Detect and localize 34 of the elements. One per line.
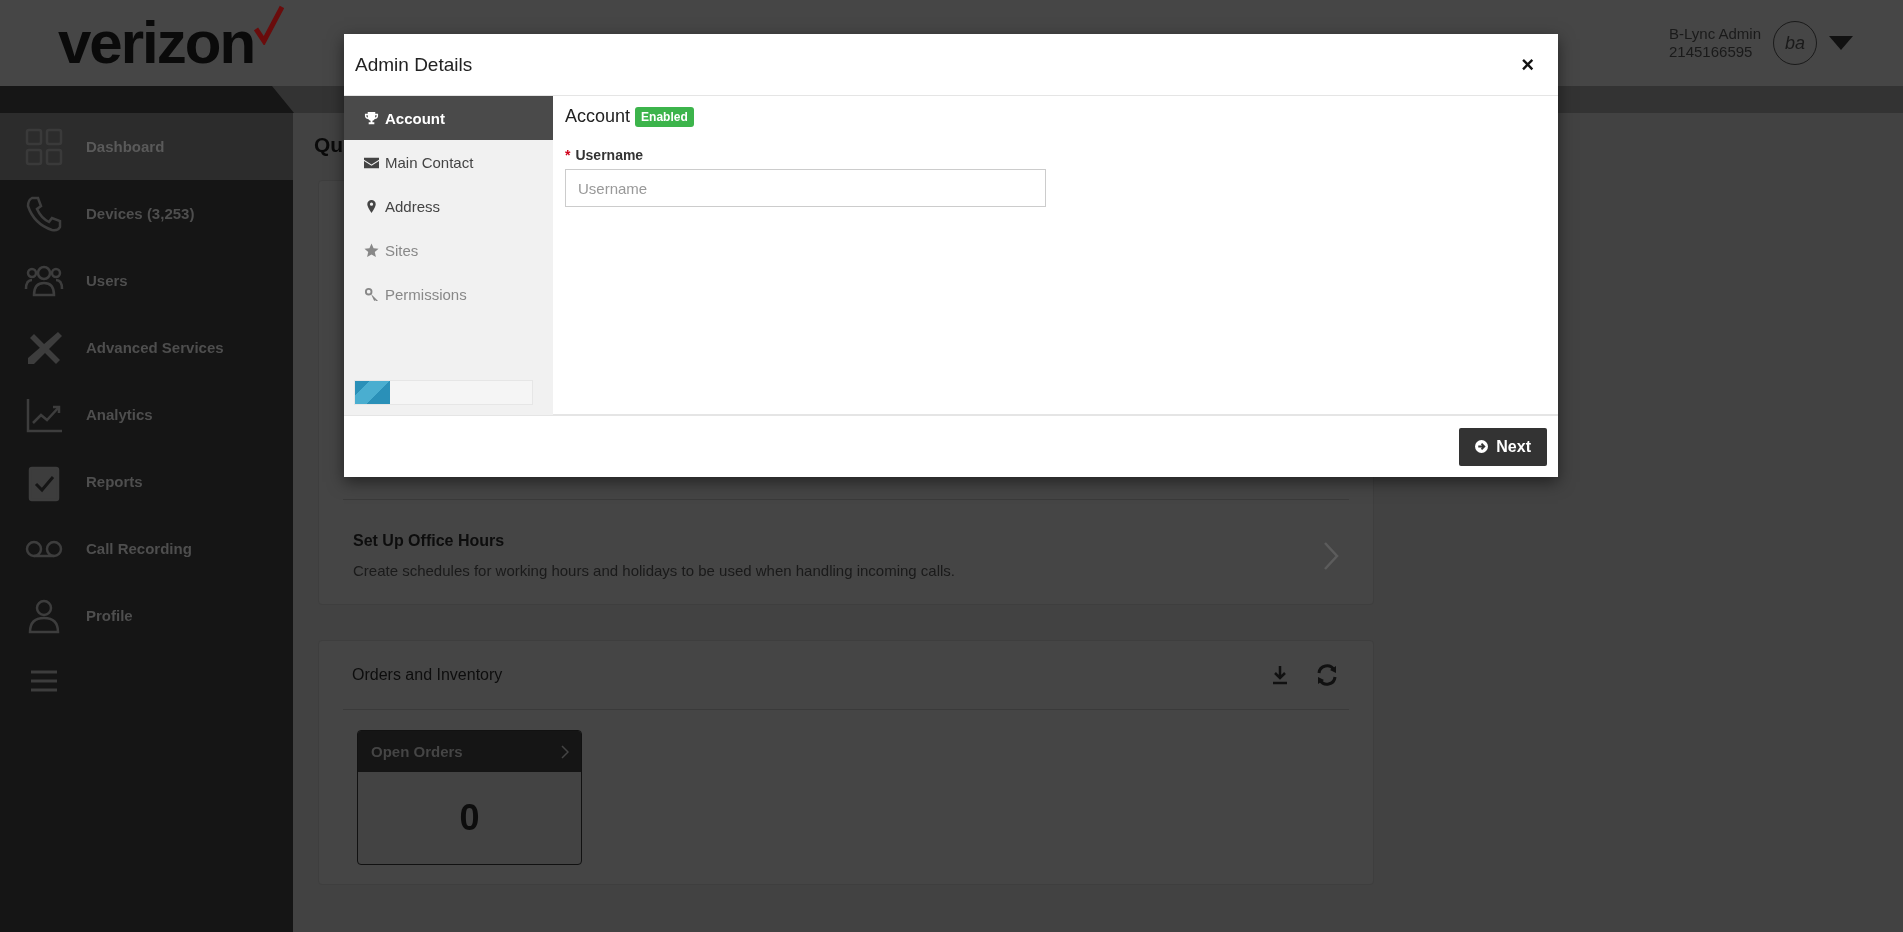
arrow-circle-right-icon	[1475, 440, 1489, 453]
logo-wordmark: verizon	[58, 13, 255, 73]
refresh-icon[interactable]	[1315, 663, 1339, 687]
sidebar-item[interactable]: Profile	[0, 582, 293, 649]
username-input[interactable]: Username	[565, 169, 1046, 207]
field-label: Username	[575, 147, 644, 163]
map-pin-icon	[364, 198, 379, 214]
caret-down-icon[interactable]	[1829, 36, 1853, 50]
next-button[interactable]: Next	[1459, 427, 1547, 466]
menu-icon[interactable]	[29, 669, 59, 693]
status-badge: Enabled	[635, 106, 694, 127]
chevron-right-icon	[561, 744, 569, 759]
required-asterisk: *	[565, 147, 571, 163]
sidebar-item[interactable]: Devices (3,253)	[0, 180, 293, 247]
star-icon	[364, 242, 379, 258]
wizard-step[interactable]: Address	[344, 184, 553, 228]
download-icon[interactable]	[1271, 665, 1289, 685]
sidebar-item[interactable]: Call Recording	[0, 515, 293, 582]
sidebar-item[interactable]: Reports	[0, 448, 293, 515]
sidebar-item[interactable]: Advanced Services	[0, 314, 293, 381]
action-title: Set Up Office Hours	[353, 532, 506, 550]
sidebar-item[interactable]: Analytics	[0, 381, 293, 448]
checkmark-icon	[254, 5, 285, 45]
wizard-step[interactable]: Main Contact	[344, 140, 553, 184]
section-title: Account	[565, 106, 631, 127]
dialog-title: Admin Details	[355, 53, 473, 76]
key-icon	[364, 286, 379, 302]
close-button[interactable]: ×	[1517, 51, 1538, 78]
sidebar-item[interactable]: Users	[0, 247, 293, 314]
chevron-right-icon	[1323, 540, 1339, 571]
wizard-step[interactable]: Account	[344, 96, 553, 140]
card-title: Orders and Inventory	[352, 666, 503, 684]
page-title: Qu	[314, 132, 344, 158]
trophy-icon	[364, 110, 379, 126]
